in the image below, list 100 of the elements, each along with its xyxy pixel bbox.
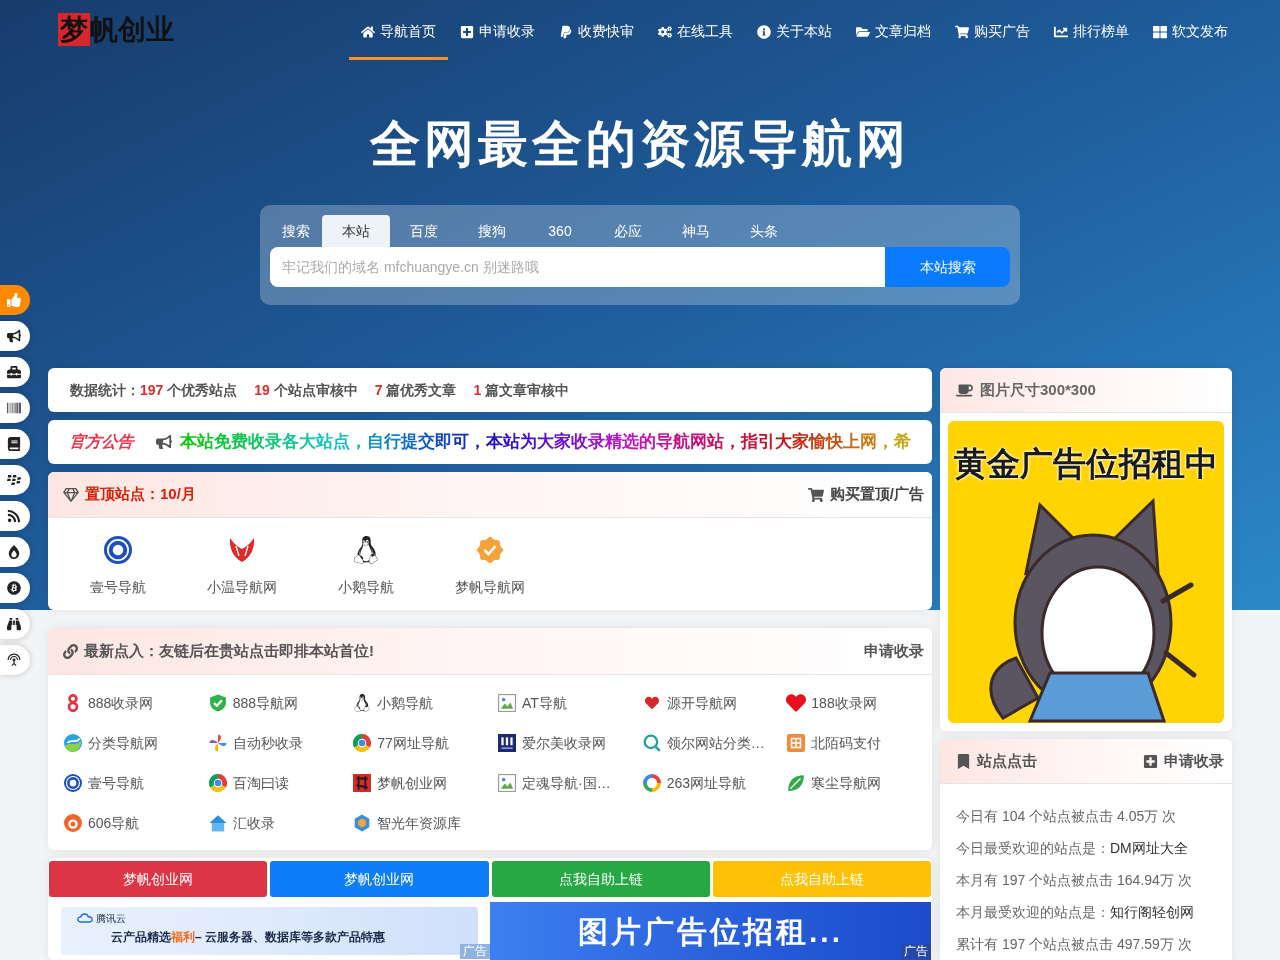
nav-link[interactable]: 关于本站 (745, 0, 844, 60)
house-icon (208, 814, 227, 832)
search-engine-tab[interactable]: 神马 (662, 215, 730, 247)
hash-tile-icon (353, 774, 372, 792)
site-link[interactable]: 888收录网 (64, 683, 209, 723)
side-tool-button[interactable] (0, 609, 30, 639)
thumbs-up-icon (7, 293, 21, 307)
side-tool-button[interactable] (0, 429, 30, 459)
link-icon (63, 643, 78, 659)
search-engine-tab[interactable]: 头条 (730, 215, 798, 247)
home-icon (361, 24, 375, 39)
site-logo[interactable]: 梦帆创业 (58, 13, 174, 46)
link-button[interactable]: 梦帆创业网 (270, 861, 489, 897)
circle-badge-icon (64, 814, 82, 832)
dots-cluster-icon (7, 473, 21, 487)
flame-icon (7, 545, 21, 559)
ad-headline: 黄金广告位招租中 (954, 444, 1218, 484)
site-link[interactable]: 分类导航网 (64, 723, 209, 763)
site-link[interactable]: 壹号导航 (56, 536, 180, 597)
site-link[interactable]: 梦帆导航网 (428, 536, 552, 597)
site-link[interactable]: DM网址大全 (1110, 840, 1188, 856)
submit-site-link[interactable]: 申请收录 (864, 639, 924, 663)
link-button[interactable]: 梦帆创业网 (49, 861, 268, 897)
announcement-label: 官方公告 (68, 432, 136, 452)
stat-item: 197 个优秀站点 (140, 380, 238, 400)
bitcoin-icon (7, 581, 21, 595)
cloud-icon (77, 910, 93, 926)
grid-icon (1153, 24, 1167, 39)
nav-link[interactable]: 排行榜单 (1042, 0, 1141, 60)
nav-link[interactable]: 购买广告 (943, 0, 1042, 60)
site-link[interactable]: 606导航 (64, 803, 209, 843)
nav-link[interactable]: 收费快审 (547, 0, 646, 60)
seal-icon (64, 774, 82, 792)
site-link[interactable]: 源开导航网 (642, 683, 788, 723)
side-tool-button[interactable] (0, 465, 30, 495)
side-tool-button[interactable] (0, 537, 30, 567)
side-tool-button[interactable] (0, 393, 30, 423)
feed-icon (7, 509, 21, 523)
site-link[interactable]: 领尔网站分类… (642, 723, 788, 763)
side-tool-button[interactable] (0, 573, 30, 603)
search-engine-tab[interactable]: 360 (526, 215, 594, 247)
stat-line: 本月有 197 个站点被点击 164.94万 次 (956, 871, 1193, 890)
site-link[interactable]: 小鹅导航 (353, 683, 498, 723)
search-engine-tab[interactable]: 必应 (594, 215, 662, 247)
section-title: 站点点击 (977, 750, 1037, 771)
section-title: 图片尺寸300*300 (980, 379, 1096, 400)
ad-brand: 腾讯云 (96, 911, 126, 926)
side-tool-button[interactable] (0, 501, 30, 531)
cart-icon (955, 24, 969, 39)
ad-text: 云产品精选福利– 云服务器、数据库等多款产品特惠 (110, 929, 386, 946)
broken-image-icon (498, 774, 516, 792)
site-link[interactable]: 小温导航网 (180, 536, 304, 597)
search-button[interactable]: 本站搜索 (885, 247, 1010, 287)
site-link[interactable]: 263网址导航 (642, 763, 788, 803)
side-tool-button[interactable] (0, 645, 30, 675)
grid-tile-icon (787, 734, 806, 752)
site-link[interactable]: 定魂导航·国… (498, 763, 643, 803)
leaf-icon (787, 774, 806, 792)
stat-line: 本月最受欢迎的站点是：知行阁轻创网 (956, 903, 1195, 922)
nav-link[interactable]: 软文发布 (1141, 0, 1240, 60)
site-link[interactable]: 77网址导航 (353, 723, 498, 763)
payment-icon (559, 24, 573, 39)
ad-image[interactable]: 黄金广告位招租中 (948, 421, 1224, 723)
site-link[interactable]: 百淘曰读 (208, 763, 354, 803)
site-link[interactable]: 爱尔美收录网 (498, 723, 643, 763)
site-link[interactable]: 北陌码支付 (787, 723, 932, 763)
nav-link[interactable]: 在线工具 (646, 0, 745, 60)
site-link[interactable]: 寒尘导航网 (787, 763, 932, 803)
submit-site-link[interactable]: 申请收录 (1143, 749, 1224, 773)
site-link[interactable]: 梦帆创业网 (353, 763, 498, 803)
binoculars-icon (7, 617, 21, 631)
stat-line: 累计有 197 个站点被点击 497.59万 次 (956, 935, 1193, 954)
search-field[interactable]: 牢记我们的域名 mfchuangye.cn 别迷路哦 (270, 247, 885, 287)
nav-link[interactable]: 文章归档 (844, 0, 943, 60)
buy-top-link[interactable]: 购买置顶/广告 (807, 483, 924, 506)
search-engine-tab[interactable]: 搜狗 (458, 215, 526, 247)
ad-banner[interactable]: 图片广告位招租... 广告 (490, 902, 931, 960)
site-link[interactable]: 汇收录 (208, 803, 354, 843)
site-link[interactable]: 壹号导航 (64, 763, 209, 803)
site-link[interactable]: 888导航网 (208, 683, 354, 723)
stat-item: 1 篇文章审核中 (473, 380, 570, 400)
ad-tag: 广告 (901, 944, 931, 959)
stat-line: 今日有 104 个站点被点击 4.05万 次 (956, 807, 1178, 826)
site-link[interactable]: AT导航 (498, 683, 643, 723)
bars-tile-icon (498, 734, 516, 752)
site-link[interactable]: 小鹅导航 (304, 536, 428, 597)
nav-link[interactable]: 申请收录 (448, 0, 547, 60)
search-engine-tab[interactable]: 本站 (322, 215, 390, 247)
side-tool-button[interactable] (0, 285, 30, 315)
nav-link[interactable]: 导航首页 (349, 0, 448, 60)
search-engine-tab[interactable]: 百度 (390, 215, 458, 247)
site-link[interactable]: 自动秒收录 (208, 723, 354, 763)
site-link[interactable]: 知行阁轻创网 (1110, 904, 1194, 920)
pinwheel-icon (208, 734, 227, 752)
site-link[interactable]: 188收录网 (787, 683, 932, 723)
site-link[interactable]: 智光年资源库 (353, 803, 498, 843)
side-tool-button[interactable] (0, 357, 30, 387)
heart-icon (644, 696, 659, 710)
side-tool-button[interactable] (0, 321, 30, 351)
announcement-text: 本站免费收录各大站点，自行提交即可，本站为大家收录精选的导航网站，指引大家愉快上网，希 (180, 431, 911, 454)
